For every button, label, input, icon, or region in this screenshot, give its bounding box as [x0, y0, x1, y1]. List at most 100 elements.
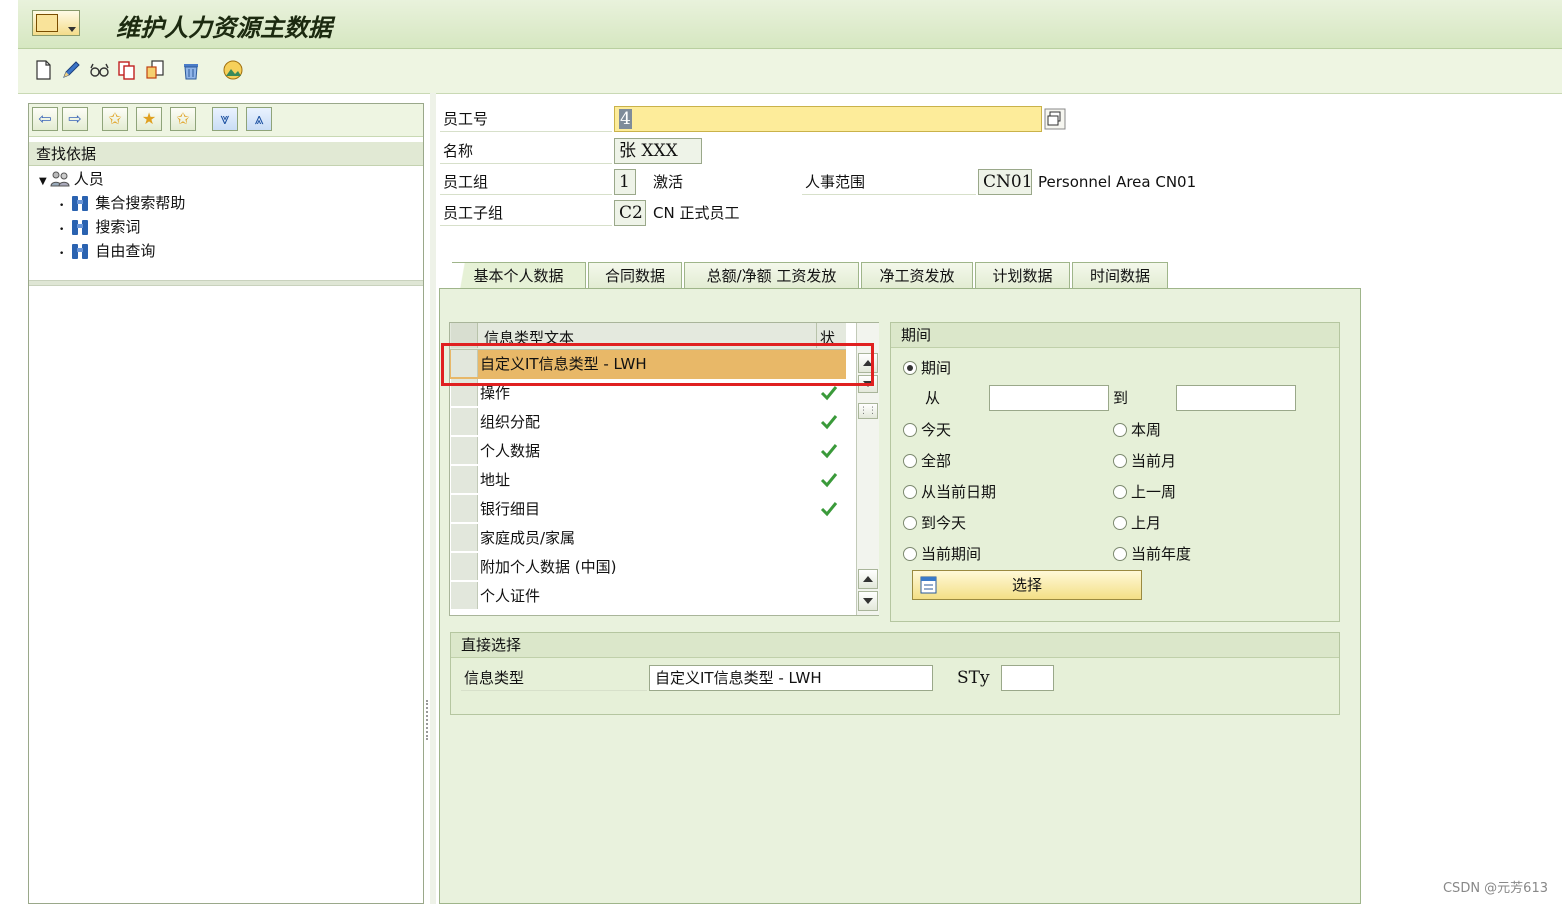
radio-option[interactable]: 当前期间 — [903, 543, 981, 565]
tree-node-search-term[interactable]: • 搜索词 — [59, 215, 140, 239]
radio-dot — [903, 547, 917, 561]
title-bar: 维护人力资源主数据 — [18, 0, 1562, 49]
radio-option[interactable]: 到今天 — [903, 512, 966, 534]
row-selector[interactable] — [451, 582, 478, 609]
caret-down-icon[interactable]: ▼ — [39, 176, 47, 187]
employee-subgroup-text: CN 正式员工 — [653, 204, 740, 222]
radio-option[interactable]: 从当前日期 — [903, 481, 996, 503]
new-document-icon[interactable] — [32, 59, 54, 81]
period-group-title: 期间 — [891, 323, 1339, 348]
radio-option[interactable]: 本周 — [1113, 419, 1161, 441]
infotype-text: 家庭成员/家属 — [480, 529, 576, 547]
sty-label: STy — [957, 668, 990, 688]
table-row[interactable]: 个人数据 — [450, 437, 846, 466]
row-selector[interactable] — [451, 524, 478, 551]
tab-gross-net-payroll[interactable]: 总额/净额 工资发放 — [684, 262, 859, 288]
table-row[interactable]: 家庭成员/家属 — [450, 524, 846, 553]
table-row[interactable]: 银行细目 — [450, 495, 846, 524]
scroll-page-up-button[interactable] — [858, 569, 878, 589]
row-selector[interactable] — [451, 408, 478, 435]
infotype-text: 银行细目 — [480, 500, 541, 518]
from-date-input[interactable] — [989, 385, 1109, 411]
radio-label: 上月 — [1131, 514, 1162, 532]
table-row[interactable]: 附加个人数据 (中国) — [450, 553, 846, 582]
copy-icon[interactable] — [116, 59, 138, 81]
tree-node-person[interactable]: ▼ 人员 — [39, 167, 104, 191]
select-button[interactable]: 选择 — [912, 570, 1142, 600]
application-toolbar — [18, 49, 1562, 94]
infotype-text: 地址 — [480, 471, 511, 489]
object-manager-pane: ⇦ ⇨ ✩ ★ ✩ ⩔ ⩓ 查找依据 ▼ 人员 • 集合搜索帮助 • 搜索词 • 自由查… — [28, 103, 424, 904]
watermark: CSDN @元芳613 — [1442, 881, 1548, 896]
personnel-area-label: 人事范围 — [802, 169, 976, 195]
nav-toolbar: ⇦ ⇨ ✩ ★ ✩ ⩔ ⩓ — [29, 104, 423, 137]
search-help-icon[interactable] — [1044, 108, 1066, 130]
delimit-icon[interactable] — [144, 59, 166, 81]
tab-planning-data[interactable]: 计划数据 — [975, 262, 1070, 288]
infotype-text: 个人证件 — [480, 587, 541, 605]
chevron-down-icon — [68, 27, 76, 32]
tab-basic-personal-data[interactable]: 基本个人数据 — [452, 262, 586, 288]
infotype-text: 个人数据 — [480, 442, 541, 460]
red-highlight-annotation — [441, 343, 874, 386]
tab-time-data[interactable]: 时间数据 — [1072, 262, 1168, 288]
tab-contract-data[interactable]: 合同数据 — [588, 262, 682, 288]
tree-node-free-query[interactable]: • 自由查询 — [59, 239, 155, 263]
radio-label: 期间 — [921, 359, 952, 377]
direct-selection-group: 直接选择 信息类型 自定义IT信息类型 - LWH STy — [450, 632, 1340, 715]
radio-option[interactable]: 上月 — [1113, 512, 1161, 534]
favorite-star-icon[interactable]: ★ — [136, 107, 162, 131]
radio-dot — [903, 516, 917, 530]
row-selector[interactable] — [451, 553, 478, 580]
radio-period[interactable]: 期间 — [903, 357, 951, 379]
page-title: 维护人力资源主数据 — [116, 13, 332, 42]
app-menu-button[interactable] — [32, 10, 80, 36]
sty-input[interactable] — [1001, 665, 1054, 691]
tree-node-label: 搜索词 — [95, 218, 141, 236]
org-structure-icon[interactable] — [222, 59, 244, 81]
employee-subgroup-label: 员工子组 — [440, 200, 612, 226]
trash-icon[interactable] — [180, 59, 202, 81]
employee-no-input[interactable]: 4 — [614, 106, 1042, 132]
expand-all-icon[interactable]: ⩔ — [212, 107, 238, 131]
forward-arrow-icon[interactable]: ⇨ — [62, 107, 88, 131]
name-label: 名称 — [440, 138, 612, 164]
radio-option[interactable]: 全部 — [903, 450, 951, 472]
display-glasses-icon[interactable] — [88, 59, 110, 81]
personnel-area-code: CN01 — [978, 169, 1033, 195]
collapse-all-icon[interactable]: ⩓ — [246, 107, 272, 131]
radio-dot — [1113, 547, 1127, 561]
check-icon — [820, 386, 838, 401]
scroll-grip[interactable]: ⋮⋮ — [858, 403, 878, 419]
radio-option[interactable]: 今天 — [903, 419, 951, 441]
row-selector[interactable] — [451, 495, 478, 522]
tab-net-payroll[interactable]: 净工资发放 — [861, 262, 973, 288]
edit-pencil-icon[interactable] — [60, 59, 82, 81]
edit-favorite-icon[interactable]: ✩ — [170, 107, 196, 131]
splitter-bar[interactable] — [430, 93, 436, 904]
infotype-input[interactable]: 自定义IT信息类型 - LWH — [649, 665, 933, 691]
table-row[interactable]: 个人证件 — [450, 582, 846, 611]
radio-option[interactable]: 当前年度 — [1113, 543, 1191, 565]
radio-label: 今天 — [921, 421, 952, 439]
employee-subgroup-code: C2 — [614, 200, 646, 226]
table-row[interactable]: 组织分配 — [450, 408, 846, 437]
tree-node-label: 集合搜索帮助 — [95, 194, 186, 212]
radio-option[interactable]: 当前月 — [1113, 450, 1176, 472]
tree-node-collective-search[interactable]: • 集合搜索帮助 — [59, 191, 185, 215]
row-selector[interactable] — [451, 466, 478, 493]
tree-node-label: 人员 — [73, 170, 104, 188]
pane-splitter[interactable] — [29, 280, 423, 286]
scroll-down-button[interactable] — [858, 591, 878, 611]
find-by-header: 查找依据 — [29, 142, 423, 166]
to-date-input[interactable] — [1176, 385, 1296, 411]
radio-label: 当前期间 — [921, 545, 982, 563]
back-arrow-icon[interactable]: ⇦ — [32, 107, 58, 131]
infotype-text: 附加个人数据 (中国) — [480, 558, 617, 576]
table-row[interactable]: 地址 — [450, 466, 846, 495]
row-selector[interactable] — [451, 437, 478, 464]
radio-option[interactable]: 上一周 — [1113, 481, 1176, 503]
add-favorite-icon[interactable]: ✩ — [102, 107, 128, 131]
bullet-icon: • — [59, 225, 65, 235]
people-icon — [50, 171, 70, 187]
